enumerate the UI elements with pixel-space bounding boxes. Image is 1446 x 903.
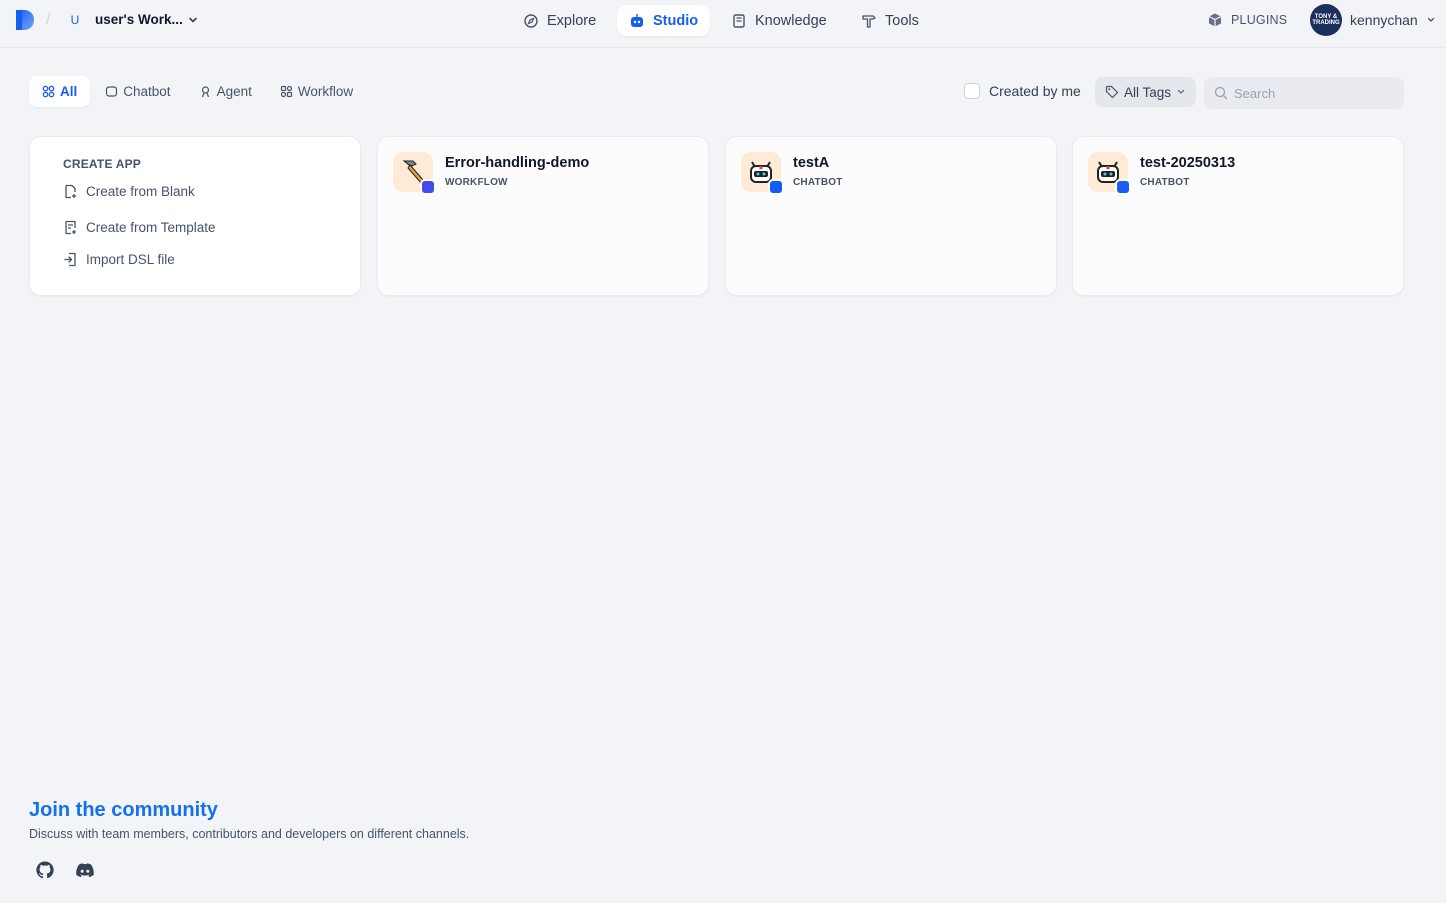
book-icon: [733, 13, 745, 28]
create-from-blank-button[interactable]: Create from Blank: [63, 184, 195, 199]
community-description: Discuss with team members, contributors …: [29, 827, 470, 841]
plugins-button[interactable]: PLUGINS: [1207, 12, 1287, 28]
tab-agent-label: Agent: [216, 84, 252, 99]
robot-icon: [631, 13, 643, 27]
create-app-title: CREATE APP: [63, 157, 142, 171]
nav-studio-label: Studio: [653, 12, 699, 29]
nav-tools-label: Tools: [885, 12, 919, 29]
dify-logo[interactable]: [16, 10, 34, 30]
search-icon: [1214, 86, 1228, 100]
avatar-text: TONY & TRADING: [1312, 14, 1340, 26]
user-menu[interactable]: TONY & TRADING kennychan: [1310, 4, 1436, 36]
file-plus-icon: [65, 184, 76, 199]
created-by-me-filter[interactable]: Created by me: [964, 83, 1081, 99]
nav-tools[interactable]: Tools: [849, 5, 931, 36]
cube-icon: [1208, 13, 1222, 27]
create-from-template-button[interactable]: Create from Template: [63, 220, 216, 235]
workflow-icon: [280, 85, 292, 98]
workflow-badge-icon: [420, 179, 436, 195]
tab-chatbot-label: Chatbot: [123, 84, 171, 99]
app-type-tabs: All Chatbot Agent Workflow: [29, 76, 366, 107]
tab-workflow[interactable]: Workflow: [267, 76, 366, 107]
github-icon[interactable]: [35, 860, 55, 880]
compass-icon: [524, 13, 538, 28]
nav-explore[interactable]: Explore: [511, 5, 608, 36]
breadcrumb-separator: /: [46, 11, 51, 28]
app-card[interactable]: testA CHATBOT: [725, 136, 1057, 296]
tab-agent[interactable]: Agent: [186, 76, 265, 107]
import-icon: [64, 252, 76, 267]
app-type: CHATBOT: [793, 177, 843, 188]
created-by-me-checkbox[interactable]: [964, 83, 980, 99]
workspace-name: user's Work...: [95, 12, 183, 27]
hammer-icon: [862, 14, 876, 28]
search-input[interactable]: [1234, 85, 1394, 101]
app-name: Error-handling-demo: [445, 155, 590, 171]
chevron-down-icon: [1427, 17, 1434, 22]
workspace-avatar[interactable]: U: [64, 10, 86, 30]
avatar: TONY & TRADING: [1310, 4, 1342, 36]
chat-icon: [106, 86, 118, 97]
tab-all-label: All: [60, 84, 78, 99]
tab-all[interactable]: All: [29, 76, 91, 107]
create-from-template-label: Create from Template: [86, 220, 216, 235]
app-name: testA: [793, 155, 830, 171]
nav-knowledge[interactable]: Knowledge: [719, 5, 839, 36]
workspace-switcher[interactable]: user's Work...: [95, 12, 199, 27]
tags-filter[interactable]: All Tags: [1095, 77, 1196, 107]
create-app-card: CREATE APP Create from Blank Create from…: [29, 136, 361, 296]
community-title: Join the community: [29, 799, 218, 821]
create-from-blank-label: Create from Blank: [86, 184, 195, 199]
app-card[interactable]: Error-handling-demo WORKFLOW: [377, 136, 709, 296]
created-by-me-label: Created by me: [989, 83, 1081, 99]
chatbot-badge-icon: [1115, 179, 1131, 195]
agent-icon: [201, 86, 209, 98]
app-type: WORKFLOW: [445, 177, 508, 188]
chevron-down-icon: [188, 17, 197, 23]
chatbot-badge-icon: [768, 179, 784, 195]
app-type: CHATBOT: [1140, 177, 1190, 188]
nav-explore-label: Explore: [547, 12, 597, 29]
template-icon: [65, 220, 76, 235]
grid-icon: [42, 85, 55, 98]
import-dsl-label: Import DSL file: [86, 252, 175, 267]
app-card[interactable]: test-20250313 CHATBOT: [1072, 136, 1404, 296]
discord-icon[interactable]: [75, 860, 95, 880]
app-name: test-20250313: [1140, 155, 1236, 171]
top-header: / U user's Work... Explore Studio Knowle…: [0, 0, 1446, 48]
tags-filter-label: All Tags: [1124, 84, 1172, 100]
plugins-label: PLUGINS: [1231, 13, 1288, 27]
chevron-down-icon: [1177, 89, 1185, 94]
nav-studio[interactable]: Studio: [617, 5, 711, 36]
nav-knowledge-label: Knowledge: [755, 12, 827, 29]
tag-icon: [1105, 85, 1119, 99]
tab-workflow-label: Workflow: [297, 84, 354, 99]
tab-chatbot[interactable]: Chatbot: [92, 76, 183, 107]
search-box[interactable]: [1204, 77, 1404, 109]
import-dsl-button[interactable]: Import DSL file: [63, 252, 175, 267]
user-name: kennychan: [1350, 12, 1418, 28]
